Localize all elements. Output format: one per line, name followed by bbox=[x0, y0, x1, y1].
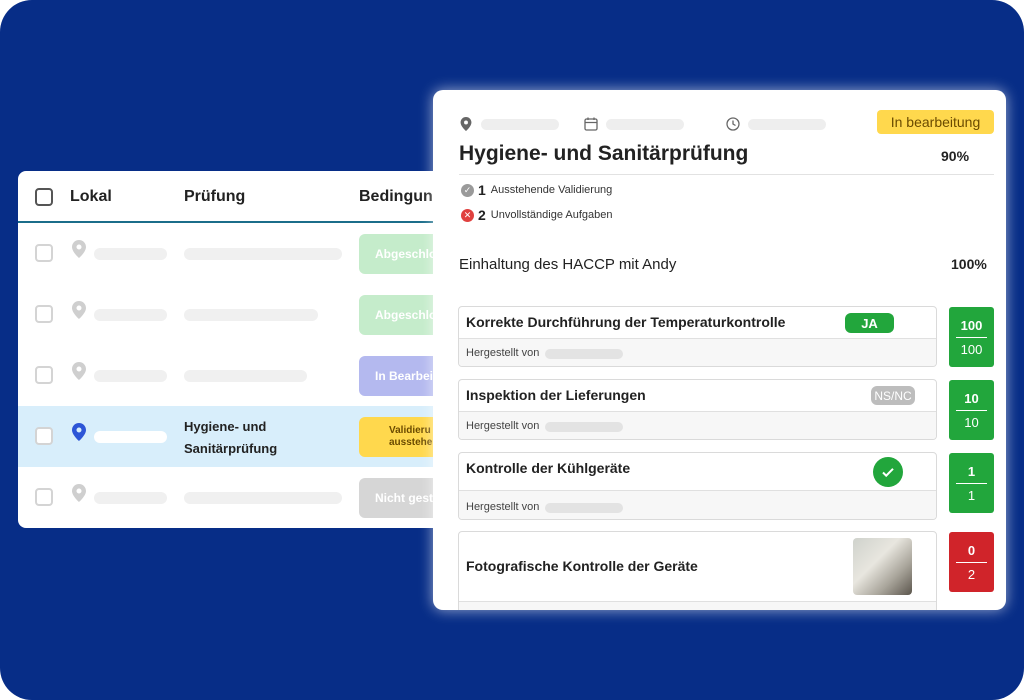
task-title: Inspektion der Lieferungen bbox=[466, 387, 646, 403]
table-row-selected[interactable]: Hygiene- und Sanitärprüfung Validieru au… bbox=[18, 406, 458, 467]
location-placeholder bbox=[94, 309, 167, 321]
task-score: 1 1 bbox=[949, 453, 994, 513]
made-by-label: Hergestellt von bbox=[466, 347, 540, 359]
location-pin-icon bbox=[72, 484, 86, 502]
task-card[interactable]: Korrekte Durchführung der Temperaturkont… bbox=[458, 306, 937, 367]
score-numerator: 100 bbox=[960, 317, 983, 333]
location-placeholder bbox=[94, 492, 167, 504]
task-footer: Hergestellt von bbox=[459, 412, 936, 439]
table-header: Lokal Prüfung Bedingun bbox=[18, 171, 458, 223]
clock-icon bbox=[726, 117, 740, 131]
location-pin-icon bbox=[72, 362, 86, 380]
task-header: Fotografische Kontrolle der Geräte bbox=[459, 532, 936, 602]
inspection-percent: 90% bbox=[941, 148, 970, 164]
column-header-bedingung[interactable]: Bedingun bbox=[359, 188, 433, 206]
made-by-label: Hergestellt von bbox=[466, 501, 540, 513]
select-all-checkbox[interactable] bbox=[35, 188, 53, 206]
incomplete-label: Unvollständige Aufgaben bbox=[490, 209, 613, 221]
inspection-detail-panel: In bearbeitung Hygiene- und Sanitärprüfu… bbox=[433, 90, 1006, 610]
status-line-2: ausstehe bbox=[389, 437, 433, 448]
answer-nsnc-badge[interactable]: NS/NC bbox=[871, 386, 915, 405]
location-placeholder bbox=[94, 370, 167, 382]
author-placeholder bbox=[545, 422, 623, 432]
pending-label: Ausstehende Validierung bbox=[490, 184, 613, 196]
check-icon[interactable] bbox=[873, 457, 903, 487]
table-row[interactable]: In Bearbei bbox=[18, 345, 458, 406]
score-numerator: 0 bbox=[967, 542, 976, 558]
divider bbox=[459, 174, 994, 175]
table-row[interactable]: Abgeschlo bbox=[18, 284, 458, 345]
score-denominator: 10 bbox=[964, 414, 979, 430]
inspection-placeholder bbox=[184, 309, 318, 321]
photo-thumbnail[interactable] bbox=[853, 538, 912, 595]
pending-validation-stat: ✓ 1 Ausstehende Validierung bbox=[461, 182, 612, 198]
date-placeholder bbox=[606, 119, 684, 130]
task-footer: Hergestellt von bbox=[459, 491, 936, 519]
status-badge: In bearbeitung bbox=[877, 110, 994, 134]
inspection-table: Lokal Prüfung Bedingun Abgeschlo Abgesch… bbox=[18, 171, 458, 528]
task-header: Korrekte Durchführung der Temperaturkont… bbox=[459, 307, 936, 339]
location-placeholder bbox=[94, 248, 167, 260]
task-header: Kontrolle der Kühlgeräte bbox=[459, 453, 936, 491]
task-header: Inspektion der Lieferungen NS/NC bbox=[459, 380, 936, 412]
task-card[interactable]: Fotografische Kontrolle der Geräte bbox=[458, 531, 937, 610]
inspection-placeholder bbox=[184, 248, 342, 260]
error-circle-icon: ✕ bbox=[461, 208, 474, 222]
table-row[interactable]: Abgeschlo bbox=[18, 223, 458, 284]
inspection-title: Hygiene- und Sanitärprüfung bbox=[459, 142, 749, 165]
inspection-title: Hygiene- und Sanitärprüfung bbox=[184, 419, 278, 456]
task-score: 0 2 bbox=[949, 532, 994, 592]
task-footer: Hergestellt von bbox=[459, 339, 936, 366]
task-title: Kontrolle der Kühlgeräte bbox=[466, 460, 631, 476]
author-placeholder bbox=[545, 349, 623, 359]
score-denominator: 2 bbox=[967, 566, 976, 582]
section-title: Einhaltung des HACCP mit Andy bbox=[459, 256, 677, 273]
author-placeholder bbox=[545, 503, 623, 513]
section-percent: 100% bbox=[951, 256, 987, 272]
status-line-1: Validieru bbox=[389, 425, 431, 436]
calendar-icon bbox=[584, 117, 598, 131]
column-header-pruefung[interactable]: Prüfung bbox=[184, 188, 245, 206]
column-header-lokal[interactable]: Lokal bbox=[70, 188, 112, 206]
check-circle-icon: ✓ bbox=[461, 183, 474, 197]
inspection-placeholder bbox=[184, 370, 307, 382]
task-score: 100 100 bbox=[949, 307, 994, 367]
row-checkbox[interactable] bbox=[35, 488, 53, 506]
task-card[interactable]: Kontrolle der Kühlgeräte Hergestellt von bbox=[458, 452, 937, 520]
made-by-label: Hergestellt von bbox=[466, 420, 540, 432]
row-checkbox[interactable] bbox=[35, 427, 53, 445]
task-card[interactable]: Inspektion der Lieferungen NS/NC Hergest… bbox=[458, 379, 937, 440]
location-placeholder bbox=[481, 119, 559, 130]
task-score: 10 10 bbox=[949, 380, 994, 440]
location-pin-icon bbox=[72, 240, 86, 258]
score-numerator: 10 bbox=[964, 390, 979, 406]
answer-yes-badge[interactable]: JA bbox=[845, 313, 894, 333]
table-row[interactable]: Nicht gest bbox=[18, 467, 458, 528]
pending-count: 1 bbox=[478, 182, 486, 198]
location-pin-icon bbox=[72, 423, 86, 441]
incomplete-count: 2 bbox=[478, 207, 486, 223]
location-pin-icon bbox=[72, 301, 86, 319]
task-title: Korrekte Durchführung der Temperaturkont… bbox=[466, 314, 786, 330]
score-denominator: 1 bbox=[967, 487, 976, 503]
row-checkbox[interactable] bbox=[35, 305, 53, 323]
score-denominator: 100 bbox=[960, 341, 983, 357]
task-footer bbox=[459, 602, 936, 610]
incomplete-tasks-stat: ✕ 2 Unvollständige Aufgaben bbox=[461, 207, 613, 223]
score-numerator: 1 bbox=[967, 463, 976, 479]
row-checkbox[interactable] bbox=[35, 366, 53, 384]
time-placeholder bbox=[748, 119, 826, 130]
location-placeholder bbox=[94, 431, 167, 443]
row-checkbox[interactable] bbox=[35, 244, 53, 262]
task-title: Fotografische Kontrolle der Geräte bbox=[466, 558, 698, 574]
location-pin-icon bbox=[460, 117, 472, 131]
inspection-placeholder bbox=[184, 492, 342, 504]
